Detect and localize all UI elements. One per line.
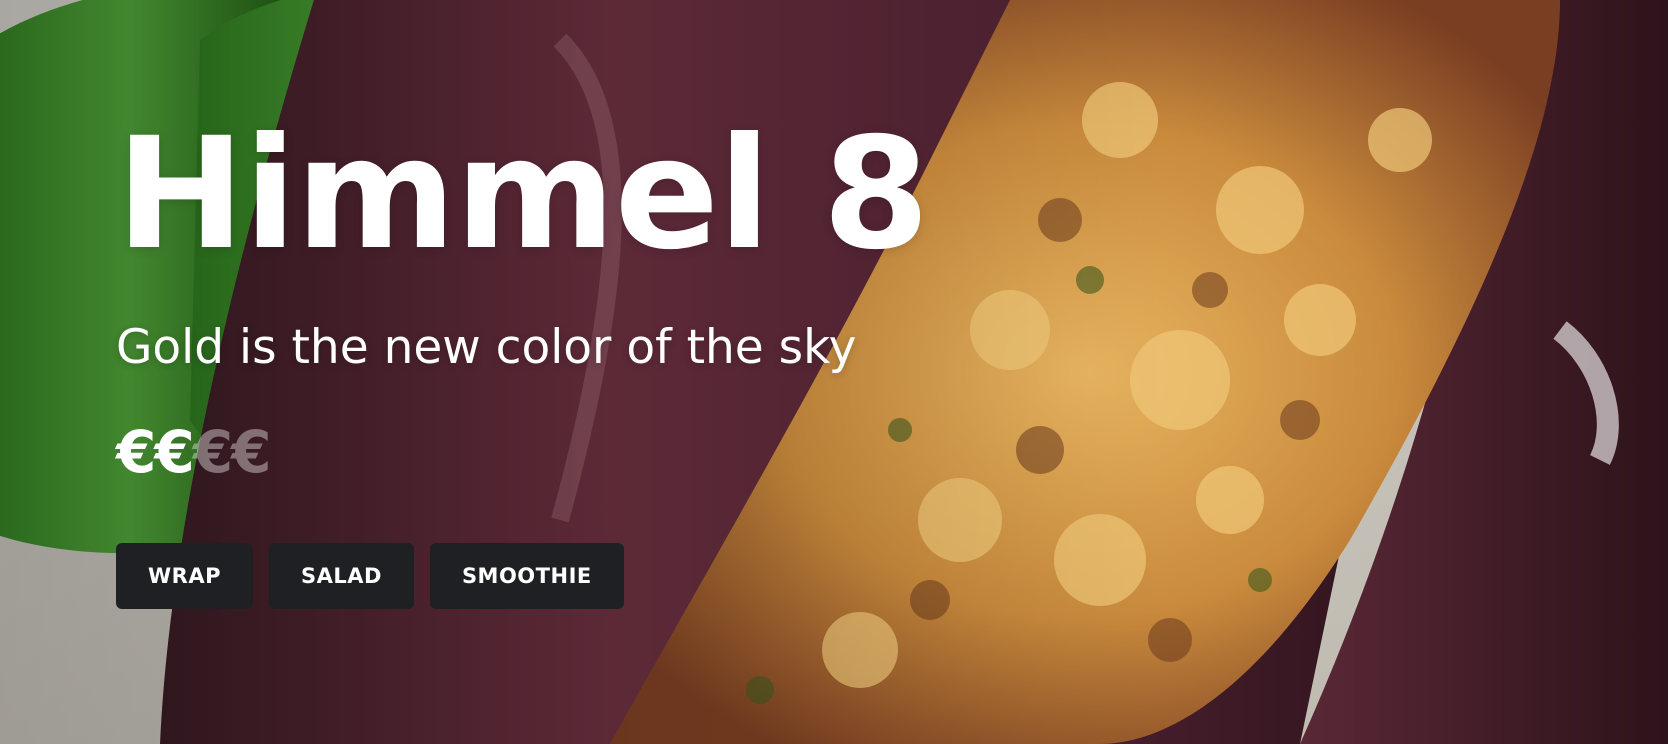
cuisine-tags: WRAP SALAD SMOOTHIE [116,543,1668,609]
price-level: €€€€ [116,423,1668,481]
restaurant-hero: Himmel 8 Gold is the new color of the sk… [0,0,1668,744]
restaurant-name: Himmel 8 [116,105,930,284]
restaurant-tagline: Gold is the new color of the sky [116,320,857,375]
tag-wrap[interactable]: WRAP [116,543,253,609]
tag-salad[interactable]: SALAD [268,543,414,609]
tag-smoothie[interactable]: SMOOTHIE [429,543,624,609]
price-level-active: €€ [116,418,195,486]
hero-content: Himmel 8 Gold is the new color of the sk… [116,118,1668,609]
price-level-inactive: €€ [192,418,272,486]
